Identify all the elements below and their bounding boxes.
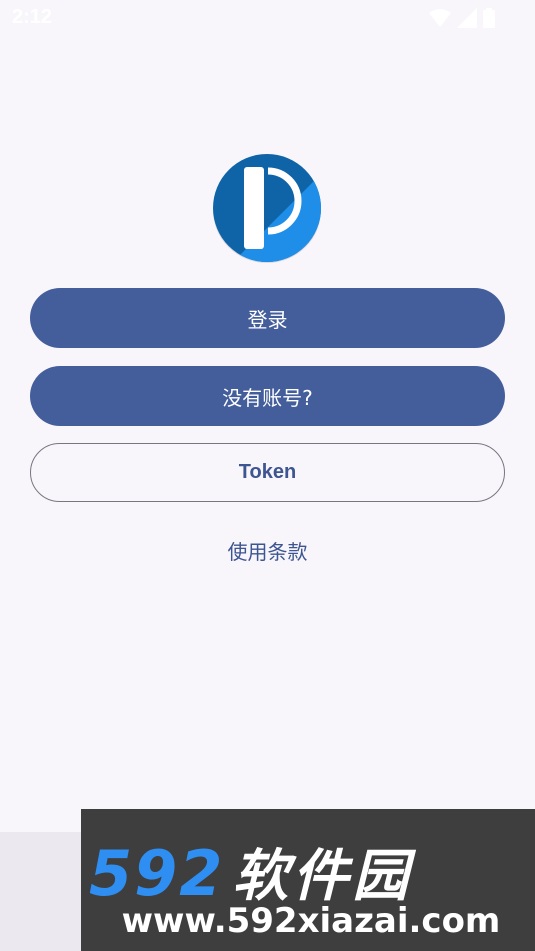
status-bar: 2:12 [0, 0, 535, 38]
watermark-number: 592 [89, 837, 225, 910]
battery-icon [483, 8, 495, 28]
app-logo [213, 154, 321, 263]
login-button[interactable]: 登录 [30, 288, 505, 348]
wifi-icon [429, 9, 451, 27]
cellular-signal-icon [457, 8, 477, 28]
nav-bar-area [0, 832, 82, 951]
status-icons [429, 8, 495, 28]
status-time: 2:12 [12, 6, 53, 28]
site-watermark: 592 软件园 www.592xiazai.com [81, 809, 535, 951]
watermark-url: www.592xiazai.com [121, 901, 501, 941]
watermark-brand: 592 软件园 [89, 831, 529, 912]
no-account-button[interactable]: 没有账号? [30, 366, 505, 426]
terms-of-use-link[interactable]: 使用条款 [0, 536, 535, 565]
token-button[interactable]: Token [30, 443, 505, 502]
watermark-brand-cn: 软件园 [232, 844, 413, 909]
